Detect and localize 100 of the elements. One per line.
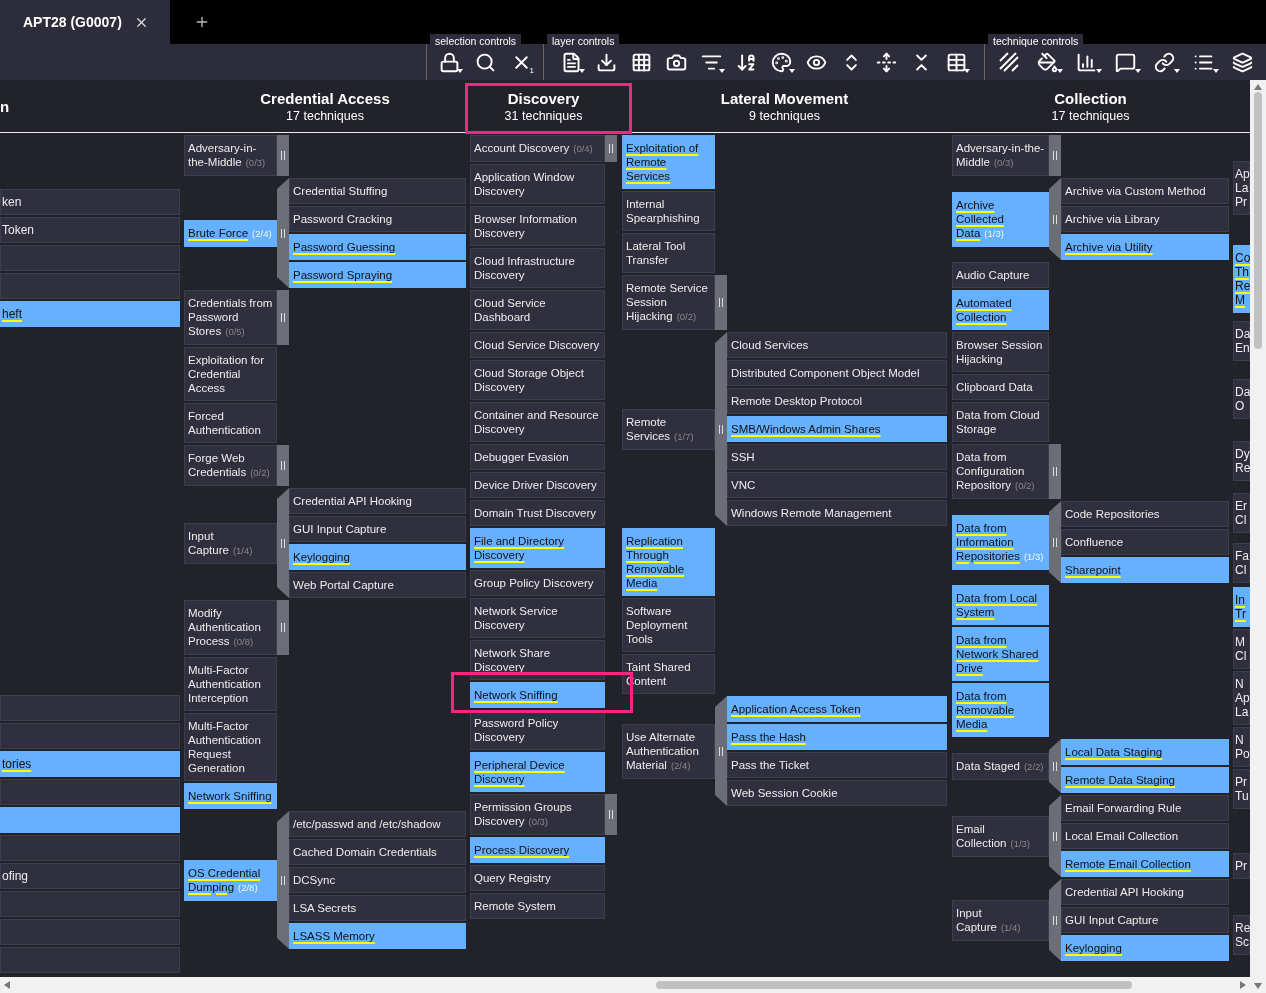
technique-cell[interactable]: Co Th Re M (1233, 245, 1250, 313)
subtechnique-cell[interactable]: Windows Remote Management (727, 500, 947, 526)
subtechnique-cell[interactable]: Pass the Hash (727, 724, 947, 750)
technique-cell[interactable]: Email Collection (1/3) (952, 815, 1049, 857)
scroll-right-icon[interactable] (1240, 981, 1246, 989)
scroll-up-icon[interactable] (1254, 84, 1262, 90)
technique-cell[interactable]: Account Discovery (0/4) (470, 135, 605, 162)
technique-cell[interactable]: Lateral Tool Transfer (622, 233, 715, 273)
technique-cell[interactable]: Input Capture (1/4) (952, 899, 1049, 941)
lock-icon[interactable] (438, 51, 460, 73)
technique-cell[interactable]: Data from Local System (952, 585, 1049, 625)
subtechnique-cell[interactable]: LSASS Memory (289, 923, 466, 949)
technique-cell[interactable]: Group Policy Discovery (470, 570, 605, 596)
layer-tab[interactable]: APT28 (G0007) (0, 0, 170, 44)
comment-icon[interactable] (1115, 51, 1136, 73)
technique-cell[interactable]: N Ap La (1233, 671, 1250, 725)
technique-cell[interactable]: Permission Groups Discovery (0/3) (470, 794, 605, 835)
technique-cell[interactable]: Cloud Infrastructure Discovery (470, 248, 605, 288)
technique-cell[interactable] (0, 919, 180, 945)
collapse-handle[interactable] (715, 332, 727, 526)
subtechnique-cell[interactable]: LSA Secrets (289, 895, 466, 921)
technique-cell[interactable]: Dy Re (1233, 441, 1250, 481)
layers-icon[interactable] (1232, 51, 1253, 73)
vertical-scrollbar[interactable] (1250, 80, 1266, 993)
subtechnique-cell[interactable]: Credential API Hooking (1061, 879, 1229, 905)
subtechnique-cell[interactable]: Pass the Ticket (727, 752, 947, 778)
scroll-thumb[interactable] (1254, 92, 1262, 349)
subtechnique-cell[interactable]: Remote Email Collection (1061, 851, 1229, 877)
technique-cell[interactable]: Process Discovery (470, 837, 605, 863)
subtechnique-cell[interactable]: Distributed Component Object Model (727, 360, 947, 386)
technique-cell[interactable]: File and Directory Discovery (470, 528, 605, 568)
technique-cell[interactable]: Exploitation of Remote Services (622, 135, 715, 189)
technique-cell[interactable]: Data from Configuration Repository (0/2) (952, 444, 1049, 499)
subtechnique-cell[interactable]: Keylogging (289, 544, 466, 570)
expand-handle[interactable] (605, 794, 617, 835)
technique-cell[interactable]: Software Deployment Tools (622, 598, 715, 652)
technique-cell[interactable]: Data from Network Shared Drive (952, 627, 1049, 681)
subtechnique-cell[interactable]: Local Email Collection (1061, 823, 1229, 849)
scroll-thumb[interactable] (656, 981, 1132, 989)
subtechnique-cell[interactable]: Credential Stuffing (289, 178, 466, 204)
technique-cell[interactable]: Network Sniffing (184, 783, 277, 809)
expand-handle[interactable] (277, 600, 289, 655)
subtechnique-cell[interactable]: Web Session Cookie (727, 780, 947, 806)
tactic-name[interactable]: Discovery (507, 89, 580, 107)
subtechnique-cell[interactable]: Email Forwarding Rule (1061, 795, 1229, 821)
technique-cell[interactable]: Cloud Service Dashboard (470, 290, 605, 330)
subtechnique-cell[interactable]: Remote Data Staging (1061, 767, 1229, 793)
scroll-down-icon[interactable] (1254, 983, 1262, 989)
technique-cell[interactable] (0, 723, 180, 749)
technique-cell[interactable]: Password Policy Discovery (470, 710, 605, 750)
subtechnique-cell[interactable]: Archive via Library (1061, 206, 1229, 232)
subtechnique-cell[interactable]: Local Data Staging (1061, 739, 1229, 765)
technique-cell[interactable]: Exploitation for Credential Access (184, 347, 277, 401)
technique-cell[interactable] (0, 273, 180, 299)
technique-cell[interactable]: Brute Force (2/4) (184, 219, 277, 247)
subtechnique-cell[interactable]: DCSync (289, 867, 466, 893)
collapse-handle[interactable] (277, 178, 289, 288)
technique-cell[interactable]: Fa Cl (1233, 543, 1250, 583)
technique-cell[interactable]: Query Registry (470, 865, 605, 891)
tactic-name[interactable]: n (0, 97, 10, 115)
technique-cell[interactable]: Replication Through Removable Media (622, 528, 715, 596)
download-icon[interactable] (596, 51, 617, 73)
search-icon[interactable] (474, 51, 496, 73)
technique-cell[interactable] (0, 947, 180, 973)
expand-handle[interactable] (277, 445, 289, 486)
technique-cell[interactable]: Data from Information Repositories (1/3) (952, 514, 1049, 570)
document-icon[interactable] (561, 51, 582, 73)
technique-cell[interactable]: Adversary-in-the-Middle (0/3) (184, 135, 277, 176)
collapse-handle[interactable] (1049, 501, 1061, 583)
technique-cell[interactable] (0, 695, 180, 721)
technique-cell[interactable]: Network Service Discovery (470, 598, 605, 638)
add-tab-icon[interactable] (194, 14, 210, 30)
technique-cell[interactable]: Network Sniffing (470, 682, 605, 708)
scroll-left-icon[interactable] (4, 981, 10, 989)
subtechnique-cell[interactable]: Cached Domain Credentials (289, 839, 466, 865)
subtechnique-cell[interactable]: Credential API Hooking (289, 488, 466, 514)
subtechnique-cell[interactable]: Code Repositories (1061, 501, 1229, 527)
technique-cell[interactable]: tories (0, 751, 180, 777)
technique-cell[interactable]: ofing (0, 863, 180, 889)
tactic-name[interactable]: Collection (1054, 89, 1127, 107)
expand-handle[interactable] (605, 135, 617, 162)
technique-cell[interactable]: Forge Web Credentials (0/2) (184, 445, 277, 486)
technique-cell[interactable] (0, 891, 180, 917)
technique-cell[interactable]: In Tr (1233, 587, 1250, 627)
horizontal-scrollbar[interactable] (0, 977, 1250, 993)
palette-icon[interactable] (771, 51, 792, 73)
subtechnique-cell[interactable]: Confluence (1061, 529, 1229, 555)
technique-cell[interactable]: N Po (1233, 727, 1250, 767)
technique-cell[interactable]: Data Staged (2/2) (952, 752, 1049, 780)
technique-cell[interactable]: Re Sc (1233, 915, 1250, 955)
technique-cell[interactable]: ken (0, 189, 180, 215)
subtechnique-cell[interactable]: Remote Desktop Protocol (727, 388, 947, 414)
subtechnique-cell[interactable]: Sharepoint (1061, 557, 1229, 583)
expand-handle[interactable] (1049, 444, 1061, 499)
technique-cell[interactable] (0, 779, 180, 805)
subtechnique-cell[interactable]: GUI Input Capture (289, 516, 466, 542)
technique-cell[interactable]: Data from Removable Media (952, 683, 1049, 737)
collapse-handle[interactable] (1049, 178, 1061, 260)
technique-cell[interactable]: Network Share Discovery (470, 640, 605, 680)
technique-cell[interactable]: Domain Trust Discovery (470, 500, 605, 526)
